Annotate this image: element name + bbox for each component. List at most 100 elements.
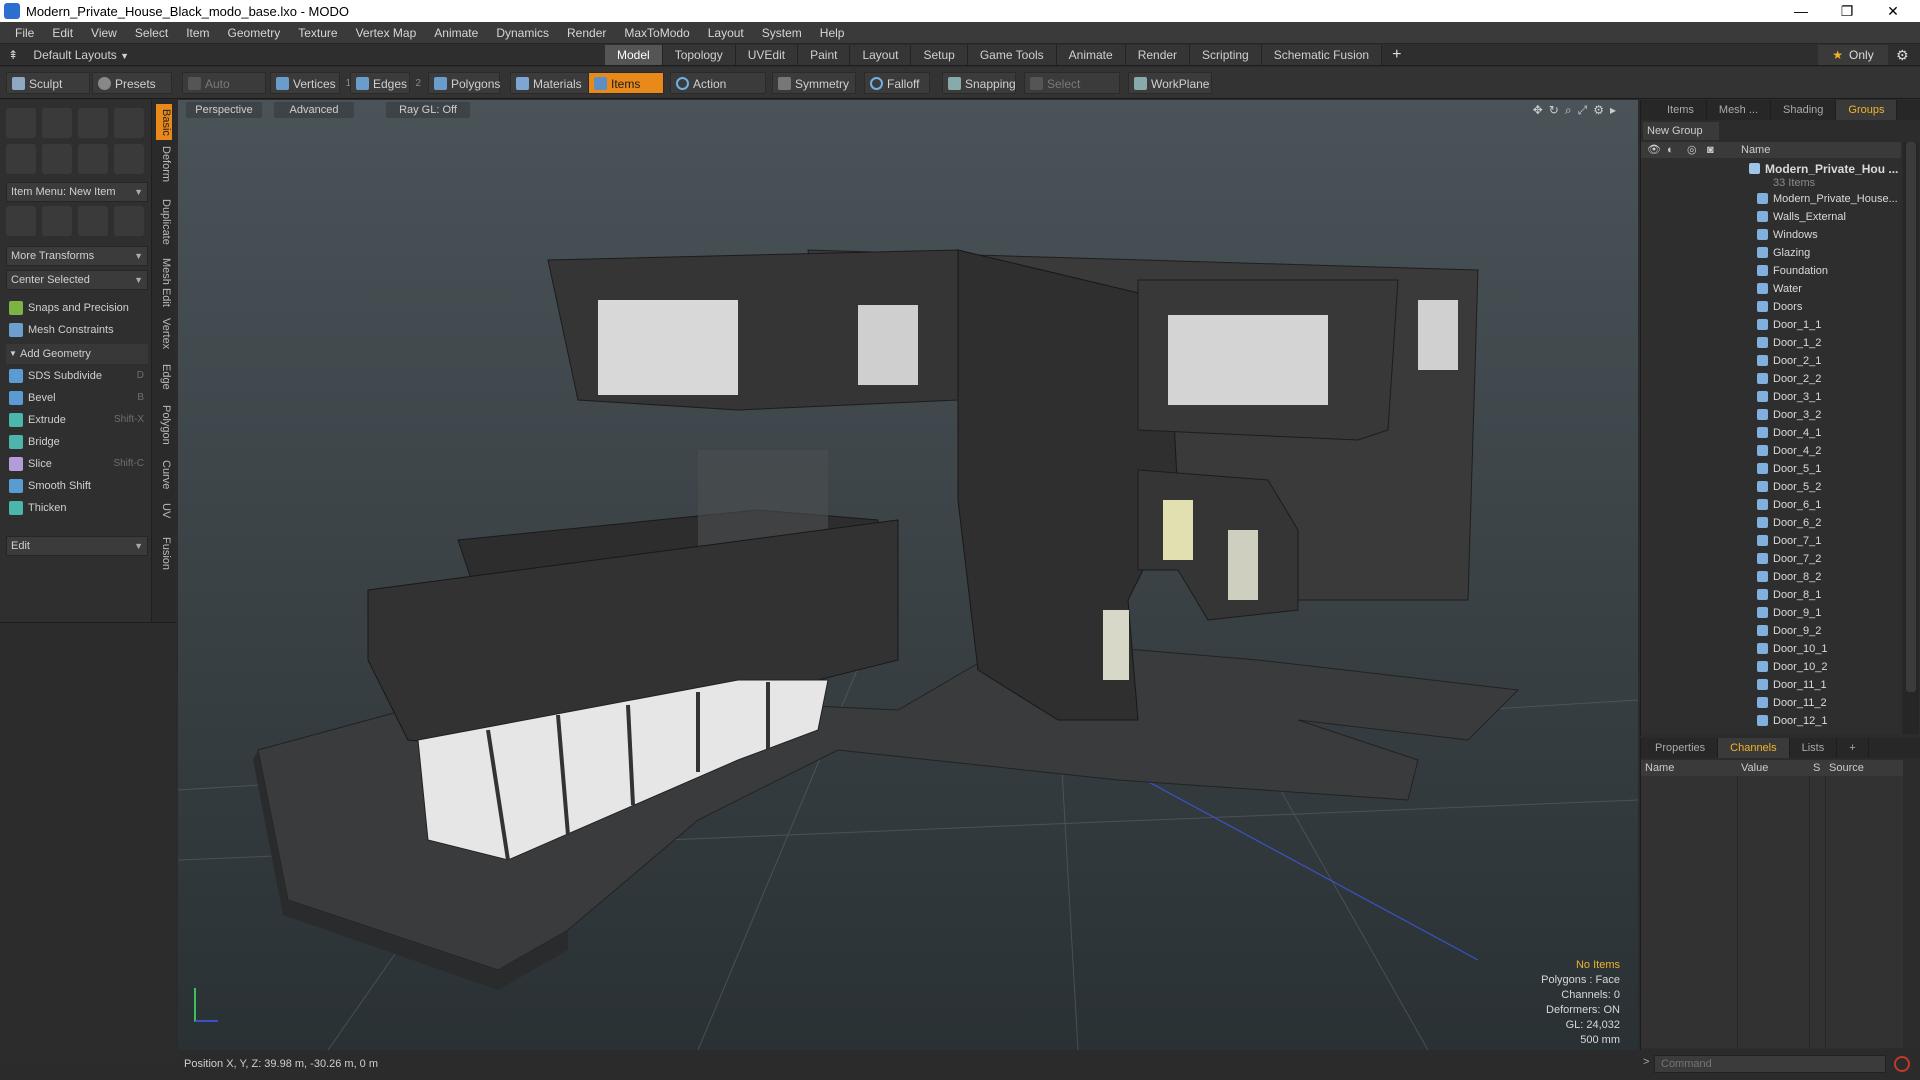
text-icon[interactable] [114,144,144,174]
menu-select[interactable]: Select [126,22,177,44]
sphere-icon[interactable] [42,108,72,138]
gear-icon[interactable]: ⚙ [1896,45,1909,65]
tab-uv[interactable]: UV [156,500,172,522]
group-item[interactable]: Water [1641,280,1901,298]
select-icon[interactable]: ◙ [1707,142,1714,158]
add-tab-button[interactable]: + [1837,738,1869,758]
group-item[interactable]: Foundation [1641,262,1901,280]
bevel-button[interactable]: Bevel B [6,388,148,408]
tab-deform[interactable]: Deform [156,144,172,184]
rotate-icon[interactable] [42,206,72,236]
edges-button[interactable]: Edges 2 [350,72,421,94]
group-item[interactable]: Door_10_2 [1641,658,1901,676]
presets-button[interactable]: Presets F6 [92,72,172,113]
select-through-button[interactable]: Select Through [1024,72,1120,113]
edit-dropdown[interactable]: Edit ▼ [6,536,148,556]
scale-icon[interactable] [78,206,108,236]
group-item[interactable]: Door_12_1 [1641,712,1901,730]
auto-select-button[interactable]: Auto Select [182,72,266,113]
tab-mesh[interactable]: Mesh ... [1707,100,1772,120]
tab-layout[interactable]: Layout [850,45,912,65]
materials-button[interactable]: Materials [510,72,590,94]
menu-system[interactable]: System [753,22,811,44]
group-item[interactable]: Door_11_2 [1641,694,1901,712]
group-item[interactable]: Door_2_1 [1641,352,1901,370]
group-item[interactable]: Door_4_1 [1641,424,1901,442]
group-item[interactable]: Door_10_1 [1641,640,1901,658]
layout-selector[interactable]: ⇞ Default Layouts ▼ [8,44,129,66]
view-mode-button[interactable]: Perspective [186,102,262,118]
group-item[interactable]: Door_3_1 [1641,388,1901,406]
extrude-button[interactable]: Extrude Shift-X [6,410,148,430]
group-item[interactable]: Door_9_1 [1641,604,1901,622]
new-group-button[interactable]: New Group [1643,122,1719,140]
tab-edge[interactable]: Edge [156,362,172,392]
raygl-button[interactable]: Ray GL: Off [386,102,470,118]
menu-item[interactable]: Item [177,22,218,44]
tab-model[interactable]: Model [605,45,663,65]
group-item[interactable]: Modern_Private_House... [1641,190,1901,208]
snaps-precision-button[interactable]: Snaps and Precision [6,298,148,318]
cone-icon[interactable] [114,108,144,138]
tab-groups[interactable]: Groups [1836,100,1898,120]
channels-col-name[interactable]: Name [1645,760,1674,776]
thicken-button[interactable]: Thicken [6,498,148,518]
lock-icon[interactable]: ◎ [1687,142,1697,158]
pen-icon[interactable] [78,144,108,174]
tab-basic[interactable]: Basic [156,104,172,140]
menu-render[interactable]: Render [558,22,615,44]
vertices-button[interactable]: Vertices 1 [270,72,351,94]
group-item[interactable]: Door_8_1 [1641,586,1901,604]
workplane-button[interactable]: WorkPlane [1128,72,1212,94]
group-item[interactable]: Door_6_1 [1641,496,1901,514]
tab-game-tools[interactable]: Game Tools [967,45,1057,65]
tab-shading[interactable]: Shading [1771,100,1837,120]
tab-render[interactable]: Render [1125,45,1191,65]
tab-duplicate[interactable]: Duplicate [156,196,172,248]
snapping-button[interactable]: Snapping [942,72,1016,94]
channels-col-value[interactable]: Value [1741,760,1768,776]
menu-vertex-map[interactable]: Vertex Map [347,22,426,44]
minimize-button[interactable]: — [1778,0,1824,22]
move-icon[interactable] [6,206,36,236]
expand-arrow-icon[interactable]: ▸ [1610,103,1616,118]
tab-channels[interactable]: Channels [1718,738,1790,758]
group-item[interactable]: Door_7_2 [1641,550,1901,568]
falloff-button[interactable]: Falloff [864,72,930,94]
only-button[interactable]: ★ Only [1818,45,1888,65]
group-item[interactable]: Door_4_2 [1641,442,1901,460]
menu-help[interactable]: Help [811,22,854,44]
groups-scrollbar[interactable] [1903,142,1919,734]
tab-fusion[interactable]: Fusion [156,534,172,574]
menu-geometry[interactable]: Geometry [219,22,290,44]
record-icon[interactable] [1894,1056,1910,1072]
name-column[interactable]: Name [1741,142,1770,158]
menu-edit[interactable]: Edit [43,22,82,44]
menu-dynamics[interactable]: Dynamics [487,22,558,44]
tab-properties[interactable]: Properties [1641,738,1719,758]
group-item[interactable]: Door_5_1 [1641,460,1901,478]
tab-items[interactable]: Items [1641,100,1707,120]
tab-schematic-fusion[interactable]: Schematic Fusion [1261,45,1383,65]
torus-icon[interactable] [6,144,36,174]
tab-scripting[interactable]: Scripting [1190,45,1262,65]
group-item[interactable]: Door_1_1 [1641,316,1901,334]
add-tab-button[interactable]: + [1382,45,1411,65]
group-item[interactable]: Doors [1641,298,1901,316]
group-item[interactable]: Door_3_2 [1641,406,1901,424]
tab-curve[interactable]: Curve [156,458,172,492]
tab-lists[interactable]: Lists [1790,738,1838,758]
channels-col-s[interactable]: S [1813,760,1820,776]
item-menu-dropdown[interactable]: Item Menu: New Item ▼ [6,182,148,202]
action-center-button[interactable]: Action Center [670,72,766,113]
tab-paint[interactable]: Paint [798,45,851,65]
bridge-button[interactable]: Bridge [6,432,148,452]
menu-animate[interactable]: Animate [425,22,487,44]
symmetry-button[interactable]: Symmetry [772,72,856,94]
tube-icon[interactable] [42,144,72,174]
rotate-view-icon[interactable]: ↻ [1549,103,1559,118]
pan-icon[interactable]: ✥ [1533,103,1543,118]
maximize-button[interactable]: ❐ [1824,0,1870,22]
menu-texture[interactable]: Texture [289,22,346,44]
menu-view[interactable]: View [82,22,126,44]
